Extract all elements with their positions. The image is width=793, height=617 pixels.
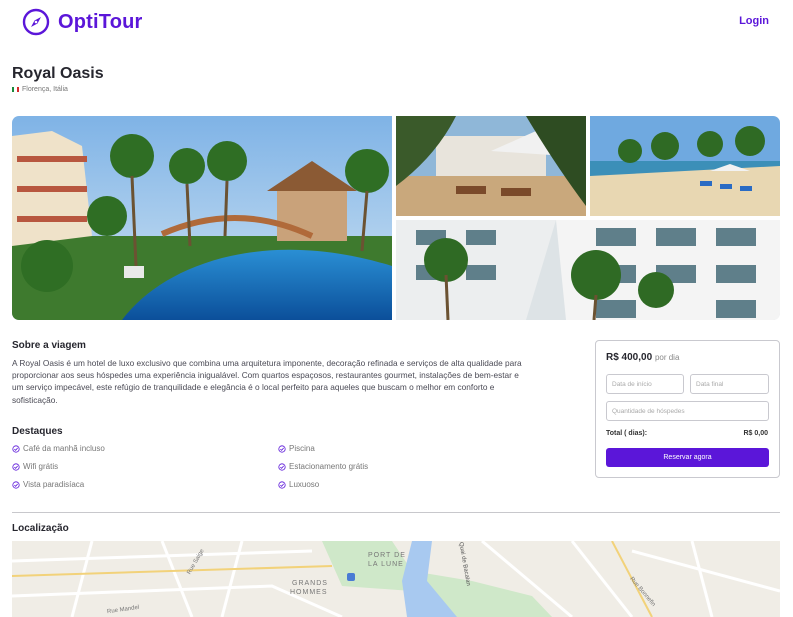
brand-logo[interactable]: OptiTour <box>22 8 143 36</box>
map-label: PORT DE <box>368 552 406 559</box>
reserve-button[interactable]: Reservar agora <box>606 448 769 467</box>
gallery-image-lounge[interactable] <box>396 116 586 216</box>
highlight-item: Estacionamento grátis <box>278 462 368 471</box>
location-map[interactable]: PORT DE LA LUNE GRANDS HOMMES Rue Saige … <box>12 541 780 617</box>
hotel-name: Royal Oasis <box>12 65 104 82</box>
highlight-item: Piscina <box>278 444 315 453</box>
highlight-item: Wifi grátis <box>12 462 58 471</box>
check-circle-icon <box>12 462 20 471</box>
highlight-label: Wifi grátis <box>23 462 59 471</box>
price-value: R$ 400,00 <box>606 352 653 363</box>
highlight-label: Estacionamento grátis <box>289 462 369 471</box>
price-per: por dia <box>654 353 680 362</box>
highlights-heading: Destaques <box>12 426 63 437</box>
highlight-item: Café da manhã incluso <box>12 444 105 453</box>
check-circle-icon <box>12 444 20 453</box>
map-label: LA LUNE <box>368 561 404 568</box>
compass-icon <box>22 8 50 36</box>
start-date-input[interactable]: Data de início <box>606 374 684 394</box>
about-text: A Royal Oasis é um hotel de luxo exclusi… <box>12 358 522 405</box>
highlight-label: Café da manhã incluso <box>23 444 105 453</box>
highlight-item: Luxuoso <box>278 480 319 489</box>
header: OptiTour Login <box>0 0 793 46</box>
check-circle-icon <box>12 480 20 489</box>
login-link[interactable]: Login <box>739 15 769 27</box>
location-heading: Localização <box>12 523 69 534</box>
about-heading: Sobre a viagem <box>12 340 86 351</box>
check-circle-icon <box>278 444 286 453</box>
hotel-location-text: Florença, Itália <box>22 86 68 93</box>
hotel-location: Florença, Itália <box>12 86 68 93</box>
map-label: GRANDS <box>292 580 328 587</box>
section-divider <box>12 512 780 513</box>
italy-flag-icon <box>12 87 19 92</box>
guests-input[interactable]: Quantidade de hóspedes <box>606 401 769 421</box>
map-label: HOMMES <box>290 589 328 596</box>
gallery-image-pool[interactable] <box>12 116 392 320</box>
highlight-label: Vista paradisíaca <box>23 480 85 489</box>
highlight-label: Piscina <box>289 444 315 453</box>
check-circle-icon <box>278 462 286 471</box>
check-circle-icon <box>278 480 286 489</box>
booking-card: R$ 400,00 por dia Data de início Data fi… <box>595 340 780 478</box>
gallery-image-beach[interactable] <box>590 116 780 216</box>
highlight-label: Luxuoso <box>289 480 320 489</box>
total-label: Total ( dias): <box>606 430 648 437</box>
brand-name: OptiTour <box>58 10 143 33</box>
end-date-input[interactable]: Data final <box>690 374 769 394</box>
gallery-image-balconies[interactable] <box>396 220 780 320</box>
total-value: R$ 0,00 <box>743 430 768 437</box>
highlight-item: Vista paradisíaca <box>12 480 84 489</box>
price: R$ 400,00 por dia <box>606 352 679 363</box>
photo-gallery <box>12 116 780 320</box>
